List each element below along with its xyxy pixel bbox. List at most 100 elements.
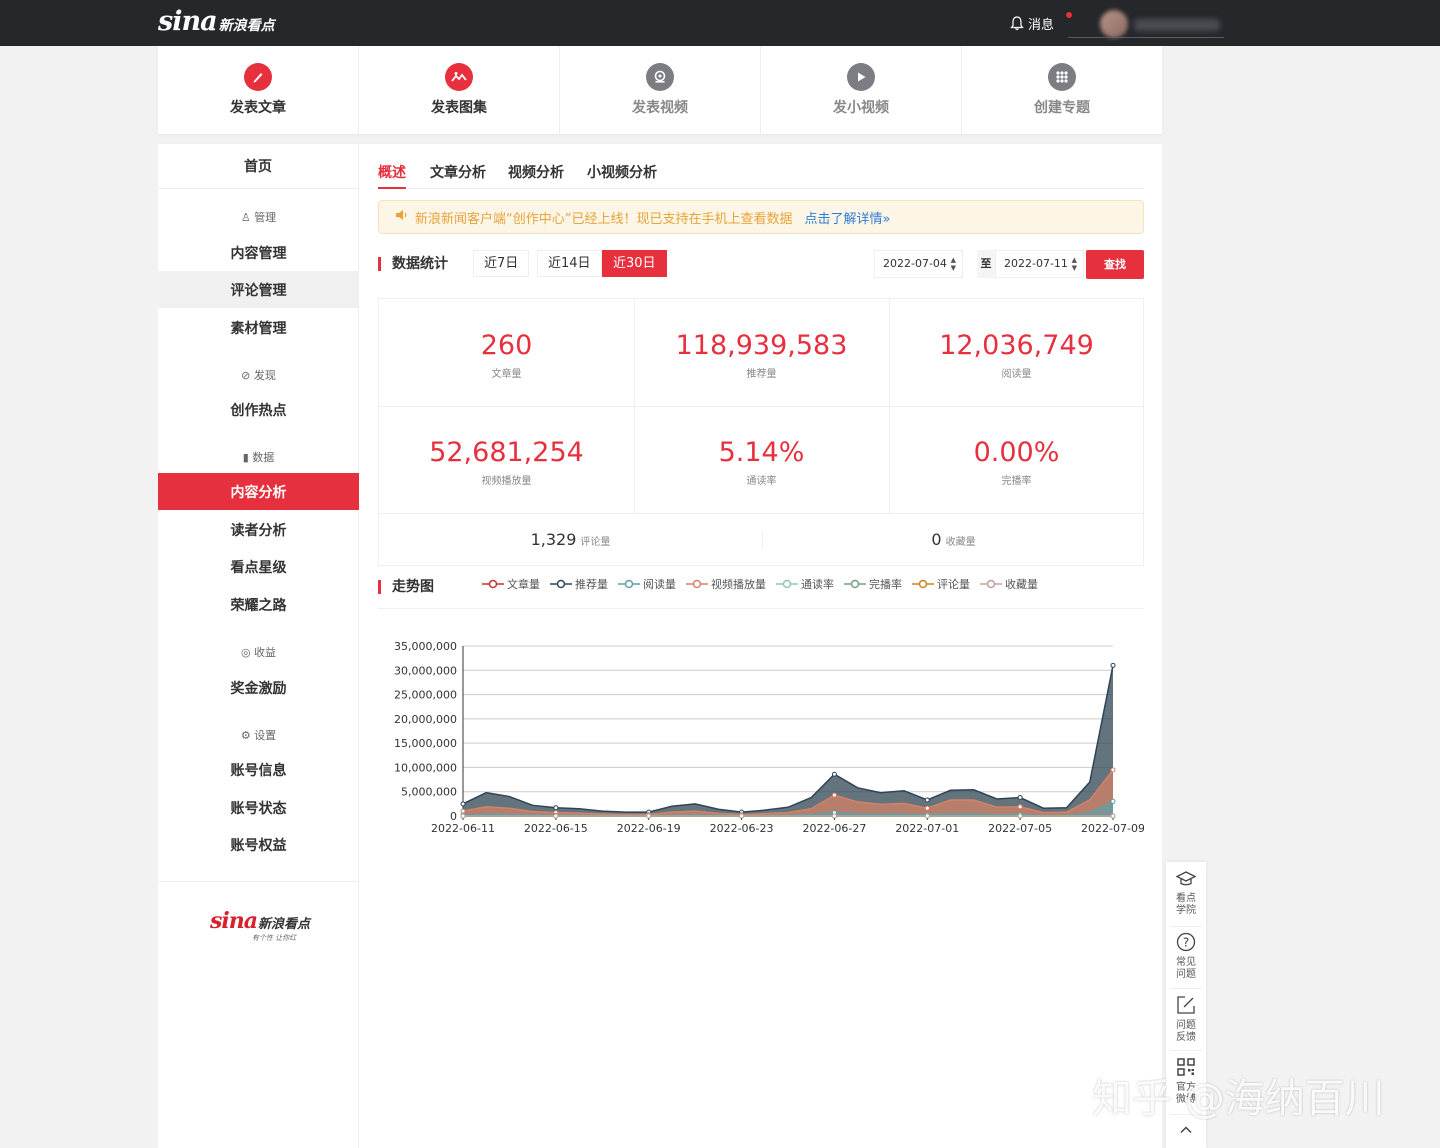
tab-short-video-analysis[interactable]: 小视频分析: [587, 162, 657, 189]
legend-item[interactable]: 推荐量: [550, 576, 608, 592]
stat-completion-rate: 0.00% 完播率: [889, 406, 1144, 513]
tab-article-analysis[interactable]: 文章分析: [430, 162, 486, 189]
y-tick-label: 35,000,000: [394, 640, 457, 653]
publish-short-video-button[interactable]: 发小视频: [761, 46, 962, 134]
chart-legend: 文章量 推荐量 阅读量 视频播放量 通读率 完播率 评论量 收藏量: [482, 576, 1038, 592]
tab-overview[interactable]: 概述: [378, 162, 406, 189]
legend-item[interactable]: 阅读量: [618, 576, 676, 592]
y-tick-label: 10,000,000: [394, 761, 457, 774]
sidebar-item-home[interactable]: 首页: [158, 144, 358, 189]
edit-icon: [1166, 995, 1206, 1020]
sidebar-item-account-status[interactable]: 账号状态: [158, 789, 359, 826]
legend-item[interactable]: 视频播放量: [686, 576, 766, 592]
username-blurred: [1134, 19, 1220, 31]
float-label: 看点 学院: [1166, 893, 1206, 917]
tab-video-analysis[interactable]: 视频分析: [508, 162, 564, 189]
spinner-arrows-icon: ▲ ▼: [1071, 256, 1077, 272]
avatar[interactable]: [1100, 10, 1128, 38]
pen-icon: [244, 63, 272, 91]
publish-article-button[interactable]: 发表文章: [158, 46, 359, 134]
sidebar-item-reader-analysis[interactable]: 读者分析: [158, 511, 359, 548]
tab-label: 视频分析: [508, 165, 564, 181]
range-30-days-button[interactable]: 近30日: [602, 250, 667, 277]
stat-reads: 12,036,749 阅读量: [889, 299, 1144, 406]
sidebar-item-bonus[interactable]: 奖金激励: [158, 669, 359, 706]
section-label: 发现: [253, 369, 276, 382]
stat-label: 视频播放量: [481, 476, 532, 487]
float-divider: [1170, 926, 1202, 927]
sidebar-item-label: 账号权益: [230, 837, 287, 854]
sidebar-item-content-analysis[interactable]: 内容分析: [158, 473, 359, 510]
sidebar-item-honor-road[interactable]: 荣耀之路: [158, 586, 359, 623]
float-divider: [1170, 1050, 1202, 1051]
stat-favorites: 0 收藏量: [762, 513, 1145, 567]
stat-value: 1,329: [530, 530, 577, 549]
section-label: 收益: [254, 646, 277, 659]
series-line: [462, 665, 1114, 813]
analysis-tabs: 概述 文章分析 视频分析 小视频分析: [378, 160, 1144, 189]
sidebar-section-income: ◎ 收益: [158, 644, 359, 660]
sidebar-section-manage: ♙ 管理: [158, 209, 359, 225]
sidebar-item-comment-manage[interactable]: 评论管理: [158, 271, 359, 308]
stat-value: 52,681,254: [429, 437, 584, 468]
section-label: 设置: [254, 729, 277, 742]
float-label-text: 问题 反馈: [1176, 1020, 1196, 1043]
chevron-up-icon: [1166, 1122, 1206, 1142]
sidebar: 首页 ♙ 管理 内容管理 评论管理 素材管理 ⊘ 发现 创作热点 ▮ 数据 内容…: [158, 144, 359, 1148]
messages-button[interactable]: 消息: [1010, 12, 1072, 33]
search-button[interactable]: 查找: [1086, 250, 1144, 279]
date-from-picker[interactable]: 2022-07-04 ▲ ▼: [874, 250, 963, 278]
publish-video-button[interactable]: 发表视频: [560, 46, 761, 134]
academy-button[interactable]: 看点 学院: [1166, 870, 1206, 917]
data-point: [460, 813, 466, 819]
sidebar-logo: sina 新浪看点: [210, 908, 310, 934]
user-menu[interactable]: [1068, 10, 1224, 38]
stat-label: 文章量: [491, 369, 522, 380]
sidebar-item-material-manage[interactable]: 素材管理: [158, 309, 359, 346]
back-to-top-button[interactable]: [1166, 1122, 1206, 1142]
y-tick-label: 20,000,000: [394, 713, 457, 726]
action-label: 发表文章: [230, 100, 286, 116]
legend-marker-icon: [980, 579, 1002, 589]
section-label: 管理: [254, 211, 277, 224]
feedback-button[interactable]: 问题 反馈: [1166, 995, 1206, 1044]
legend-item[interactable]: 收藏量: [980, 576, 1038, 592]
range-7-days-button[interactable]: 近7日: [473, 250, 530, 277]
legend-marker-icon: [550, 579, 572, 589]
stat-label: 阅读量: [1001, 369, 1032, 380]
sidebar-item-label: 看点星级: [230, 559, 287, 576]
date-to-picker[interactable]: 2022-07-11 ▲ ▼: [995, 250, 1084, 278]
stat-value: 5.14%: [718, 437, 805, 468]
sina-kandian-logo[interactable]: sina 新浪看点: [158, 6, 275, 37]
data-point: [1110, 662, 1116, 668]
float-label-text: 常见 问题: [1176, 957, 1196, 980]
legend-marker-icon: [912, 579, 934, 589]
notice-details-link[interactable]: 点击了解详情»: [804, 208, 890, 227]
sidebar-item-hot-topics[interactable]: 创作热点: [158, 391, 359, 428]
bar-chart-icon: ▮: [242, 451, 249, 464]
x-tick-label: 2022-06-27: [802, 822, 866, 835]
legend-item[interactable]: 完播率: [844, 576, 902, 592]
legend-item[interactable]: 通读率: [776, 576, 834, 592]
legend-label: 视频播放量: [711, 578, 766, 591]
action-label: 发表图集: [431, 100, 487, 116]
create-topic-button[interactable]: 创建专题: [962, 46, 1162, 134]
user-icon: ♙: [240, 211, 251, 224]
legend-item[interactable]: 评论量: [912, 576, 970, 592]
sidebar-item-star-level[interactable]: 看点星级: [158, 548, 359, 585]
range-14-days-button[interactable]: 近14日: [537, 250, 602, 277]
sidebar-item-label: 素材管理: [230, 320, 287, 337]
stat-value: 0: [931, 530, 942, 549]
action-label: 创建专题: [1034, 100, 1090, 116]
legend-label: 完播率: [869, 578, 902, 591]
sidebar-item-label: 首页: [244, 159, 272, 175]
sidebar-item-content-manage[interactable]: 内容管理: [158, 234, 359, 271]
sidebar-item-label: 创作热点: [230, 402, 287, 419]
sidebar-item-account-info[interactable]: 账号信息: [158, 751, 359, 788]
faq-button[interactable]: ? 常见 问题: [1166, 932, 1206, 981]
float-label: 问题 反馈: [1166, 1020, 1206, 1044]
publish-gallery-button[interactable]: 发表图集: [359, 46, 560, 134]
trend-divider: [378, 608, 1144, 609]
legend-item[interactable]: 文章量: [482, 576, 540, 592]
sidebar-item-account-rights[interactable]: 账号权益: [158, 826, 359, 863]
